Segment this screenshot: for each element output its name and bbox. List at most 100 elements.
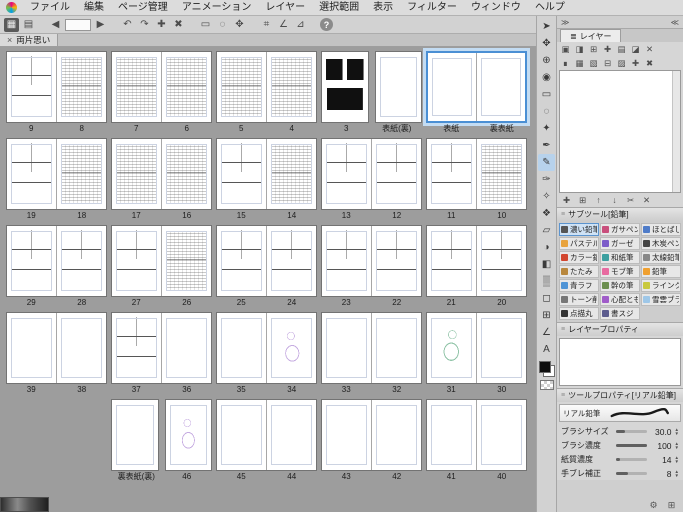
page-thumbnail[interactable] bbox=[217, 52, 266, 122]
subtool-item[interactable]: カラー鉛筆 bbox=[559, 251, 599, 264]
page-thumbnail[interactable] bbox=[56, 139, 106, 209]
page-spread[interactable] bbox=[6, 51, 107, 123]
page-thumbnail[interactable] bbox=[266, 226, 316, 296]
layer-panel-tab[interactable]: ≣ レイヤー bbox=[560, 29, 622, 42]
subtool-item[interactable]: パステル bbox=[559, 237, 599, 250]
grid-button[interactable]: ⌗ bbox=[259, 18, 274, 32]
wand-tool[interactable]: ✦ bbox=[538, 120, 555, 137]
page-spread[interactable] bbox=[216, 399, 317, 471]
menu-item-2[interactable]: ページ管理 bbox=[111, 0, 175, 16]
move-button[interactable]: ✥ bbox=[232, 18, 247, 32]
page-spread[interactable] bbox=[111, 312, 212, 384]
gradient-tool[interactable]: ▒ bbox=[538, 273, 555, 290]
page-spread[interactable] bbox=[111, 51, 212, 123]
spinner-down-icon[interactable]: ▼ bbox=[675, 473, 679, 478]
layer-property-header[interactable]: ≡ レイヤープロパティ bbox=[557, 323, 683, 336]
page-thumbnail[interactable] bbox=[112, 52, 161, 122]
page-thumbnail[interactable] bbox=[427, 400, 476, 470]
set-reference-icon[interactable]: ⊟ bbox=[602, 58, 613, 68]
page-thumbnail[interactable] bbox=[7, 313, 56, 383]
page-spread[interactable] bbox=[426, 51, 527, 123]
panel-settings-icon[interactable]: ⊞ bbox=[666, 500, 677, 510]
page-spread[interactable] bbox=[111, 138, 212, 210]
document-tab[interactable]: × 両片思い bbox=[0, 34, 59, 46]
move-down-icon[interactable]: ↓ bbox=[609, 195, 620, 205]
merge-icon[interactable]: ✚ bbox=[630, 58, 641, 68]
page-spread[interactable] bbox=[426, 138, 527, 210]
ruler-tool[interactable]: ∠ bbox=[538, 324, 555, 341]
blend-mode-icon[interactable]: ▣ bbox=[560, 44, 571, 54]
page-manager-view-button[interactable]: ▦ bbox=[4, 17, 19, 32]
collapse-dock-icon[interactable]: ≫ bbox=[561, 18, 569, 27]
airbrush-tool[interactable]: ✧ bbox=[538, 188, 555, 205]
subtool-item[interactable]: 鉛筆 bbox=[641, 265, 681, 278]
move-tool[interactable]: ✥ bbox=[538, 35, 555, 52]
subtool-item[interactable]: 青ラフ bbox=[559, 279, 599, 292]
page-spread[interactable] bbox=[426, 399, 527, 471]
page-thumbnail[interactable] bbox=[428, 53, 476, 121]
page-thumbnail[interactable] bbox=[161, 52, 211, 122]
subtool-item[interactable]: 木炭ペン bbox=[641, 237, 681, 250]
new-group-icon[interactable]: ⊞ bbox=[577, 195, 588, 205]
subtool-item[interactable]: 心配とも bbox=[600, 293, 640, 306]
menu-item-4[interactable]: レイヤー bbox=[258, 0, 312, 16]
page-thumbnail[interactable] bbox=[161, 226, 211, 296]
property-slider[interactable] bbox=[616, 472, 647, 475]
brush-preview[interactable]: リアル鉛筆 bbox=[559, 404, 681, 422]
text-tool[interactable]: A bbox=[538, 341, 555, 358]
page-spread[interactable] bbox=[6, 312, 107, 384]
new-folder-icon[interactable]: ⊞ bbox=[588, 44, 599, 54]
page-thumbnail[interactable] bbox=[266, 139, 316, 209]
menu-item-1[interactable]: 編集 bbox=[77, 0, 111, 16]
close-tab-icon[interactable]: × bbox=[7, 35, 12, 45]
page-thumbnail[interactable] bbox=[161, 139, 211, 209]
move-up-icon[interactable]: ↑ bbox=[593, 195, 604, 205]
page-thumbnail[interactable] bbox=[371, 226, 421, 296]
page-thumbnail[interactable] bbox=[427, 139, 476, 209]
layer-list[interactable] bbox=[559, 70, 681, 193]
page-thumbnail[interactable] bbox=[371, 400, 421, 470]
page-thumbnail[interactable] bbox=[266, 52, 316, 122]
page-thumbnail[interactable] bbox=[56, 226, 106, 296]
page-thumbnail[interactable] bbox=[371, 139, 421, 209]
page-spread[interactable] bbox=[216, 312, 317, 384]
menu-item-3[interactable]: アニメーション bbox=[175, 0, 259, 16]
page-spread[interactable] bbox=[321, 312, 422, 384]
undo-button[interactable]: ↶ bbox=[120, 18, 135, 32]
page-thumbnail[interactable] bbox=[374, 51, 422, 123]
page-number-box[interactable] bbox=[65, 18, 91, 31]
page-thumbnail[interactable] bbox=[322, 226, 371, 296]
single-page-view-button[interactable]: ▤ bbox=[21, 18, 36, 32]
menu-item-9[interactable]: ヘルプ bbox=[528, 0, 572, 16]
page-thumbnail[interactable] bbox=[56, 52, 106, 122]
subtool-item[interactable]: 書スジ bbox=[600, 307, 640, 320]
figure-tool[interactable]: ◻ bbox=[538, 290, 555, 307]
spinner-down-icon[interactable]: ▼ bbox=[675, 431, 679, 436]
page-thumbnail[interactable] bbox=[476, 400, 526, 470]
subtool-item[interactable]: 濃い鉛筆 bbox=[559, 223, 599, 236]
page-thumbnail[interactable] bbox=[217, 400, 266, 470]
rect-select-button[interactable]: ▭ bbox=[198, 18, 213, 32]
fill-tool[interactable]: ◧ bbox=[538, 256, 555, 273]
page-thumbnail[interactable] bbox=[321, 51, 369, 123]
pencil-tool[interactable]: ✎ bbox=[538, 154, 555, 171]
layer-list-scrollbar[interactable] bbox=[672, 71, 680, 192]
page-thumbnail[interactable] bbox=[112, 226, 161, 296]
subtool-item[interactable]: ガサペン bbox=[600, 223, 640, 236]
pen-tool[interactable]: ✒ bbox=[538, 137, 555, 154]
add-page-button[interactable]: ✚ bbox=[154, 18, 169, 32]
page-spread[interactable] bbox=[321, 225, 422, 297]
tool-property-header[interactable]: ≡ ツールプロパティ[リアル鉛筆] bbox=[557, 389, 683, 402]
new-raster-layer-icon[interactable]: ◨ bbox=[574, 44, 585, 54]
next-page-button[interactable]: ▶ bbox=[93, 18, 108, 32]
page-thumbnail[interactable] bbox=[476, 139, 526, 209]
page-thumbnail[interactable] bbox=[322, 313, 371, 383]
menu-item-8[interactable]: ウィンドウ bbox=[464, 0, 528, 16]
new-layer-icon[interactable]: ✚ bbox=[561, 195, 572, 205]
prev-page-button[interactable]: ◀ bbox=[48, 18, 63, 32]
snap-button[interactable]: ⊿ bbox=[293, 18, 308, 32]
operation-tool[interactable]: ➤ bbox=[538, 18, 555, 35]
page-thumbnail[interactable] bbox=[7, 139, 56, 209]
decoration-tool[interactable]: ❖ bbox=[538, 205, 555, 222]
page-thumbnail[interactable] bbox=[217, 139, 266, 209]
